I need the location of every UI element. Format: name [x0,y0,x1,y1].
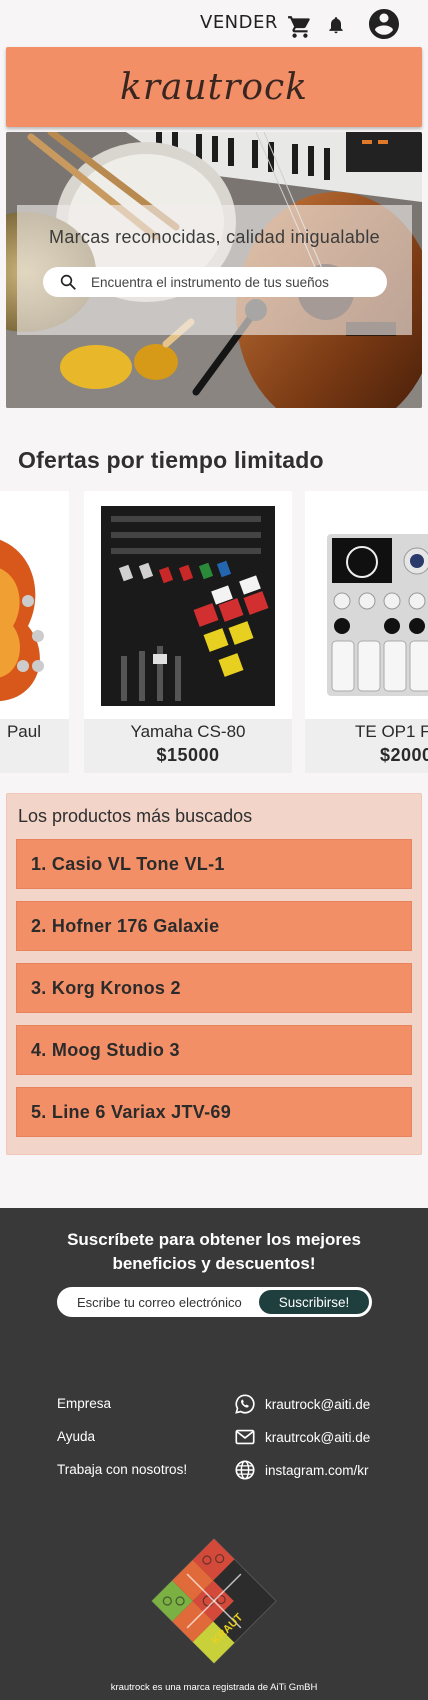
email-input[interactable] [77,1289,257,1315]
top-bar: VENDER [0,0,428,48]
globe-icon [235,1460,255,1480]
product-card[interactable]: Paul [0,491,69,773]
offers-heading: Ofertas por tiempo limitado [18,447,324,473]
popular-item[interactable]: 1. Casio VL Tone VL-1 [16,839,412,889]
contact-whatsapp-text: krautrock@aiti.de [265,1396,371,1412]
mail-icon [235,1429,255,1445]
footer-link-empresa[interactable]: Empresa [57,1396,111,1411]
sell-link[interactable]: VENDER [200,12,278,33]
subscribe-button[interactable]: Suscribirse! [259,1290,369,1314]
hero-search-box[interactable] [43,267,387,297]
legal-notice: krautrock es una marca registrada de AiT… [110,1682,318,1693]
contact-mail[interactable]: krautrcok@aiti.de [234,1425,370,1449]
whatsapp-icon [235,1394,255,1414]
product-name: Yamaha CS-80 [130,722,246,741]
popular-item[interactable]: 5. Line 6 Variax JTV-69 [16,1087,412,1137]
contact-whatsapp[interactable]: krautrock@aiti.de [234,1392,370,1416]
product-image-op1[interactable] [322,506,428,706]
popular-item[interactable]: 3. Korg Kronos 2 [16,963,412,1013]
brand-banner: krautrock [6,47,422,127]
product-card[interactable]: Yamaha CS-80 $15000 [84,491,292,773]
footer: Suscríbete para obtener los mejores bene… [0,1208,428,1700]
cart-icon[interactable] [287,14,313,40]
subscribe-form: Suscribirse! [57,1287,372,1317]
popular-item[interactable]: 4. Moog Studio 3 [16,1025,412,1075]
product-price: $2000 [380,745,428,765]
kraut-logo-icon: KRAUT [151,1538,277,1664]
hero-banner: Marcas reconocidas, calidad inigualable [6,132,422,408]
footer-link-trabaja[interactable]: Trabaja con nosotros! [57,1462,187,1477]
footer-link-ayuda[interactable]: Ayuda [57,1429,95,1444]
subscribe-heading: Suscríbete para obtener los mejores bene… [67,1230,361,1273]
search-icon[interactable] [59,273,77,291]
popular-products-section: Los productos más buscados 1. Casio VL T… [6,793,422,1155]
product-image-guitar[interactable] [0,506,52,706]
product-name: Paul [6,722,41,741]
bell-icon[interactable] [326,14,346,36]
product-card[interactable]: TE OP1 F $2000 [305,491,428,773]
product-image-synth[interactable] [101,506,275,706]
contact-instagram-text: instagram.com/kr [265,1462,369,1478]
popular-products-heading: Los productos más buscados [18,806,253,826]
product-price: $15000 [156,745,220,765]
hero-tagline: Marcas reconocidas, calidad inigualable [49,227,380,247]
popular-item[interactable]: 2. Hofner 176 Galaxie [16,901,412,951]
search-input[interactable] [91,267,371,297]
brand-logo-text[interactable]: krautrock [120,67,308,108]
contact-instagram[interactable]: instagram.com/kr [234,1458,369,1482]
account-icon[interactable] [366,6,402,42]
hero-overlay-panel: Marcas reconocidas, calidad inigualable [17,205,412,335]
product-name: TE OP1 F [355,722,428,741]
contact-mail-text: krautrcok@aiti.de [265,1429,371,1445]
offers-carousel[interactable]: Paul Yamaha CS-80 $15000 TE OP1 F $2000 [0,491,428,775]
